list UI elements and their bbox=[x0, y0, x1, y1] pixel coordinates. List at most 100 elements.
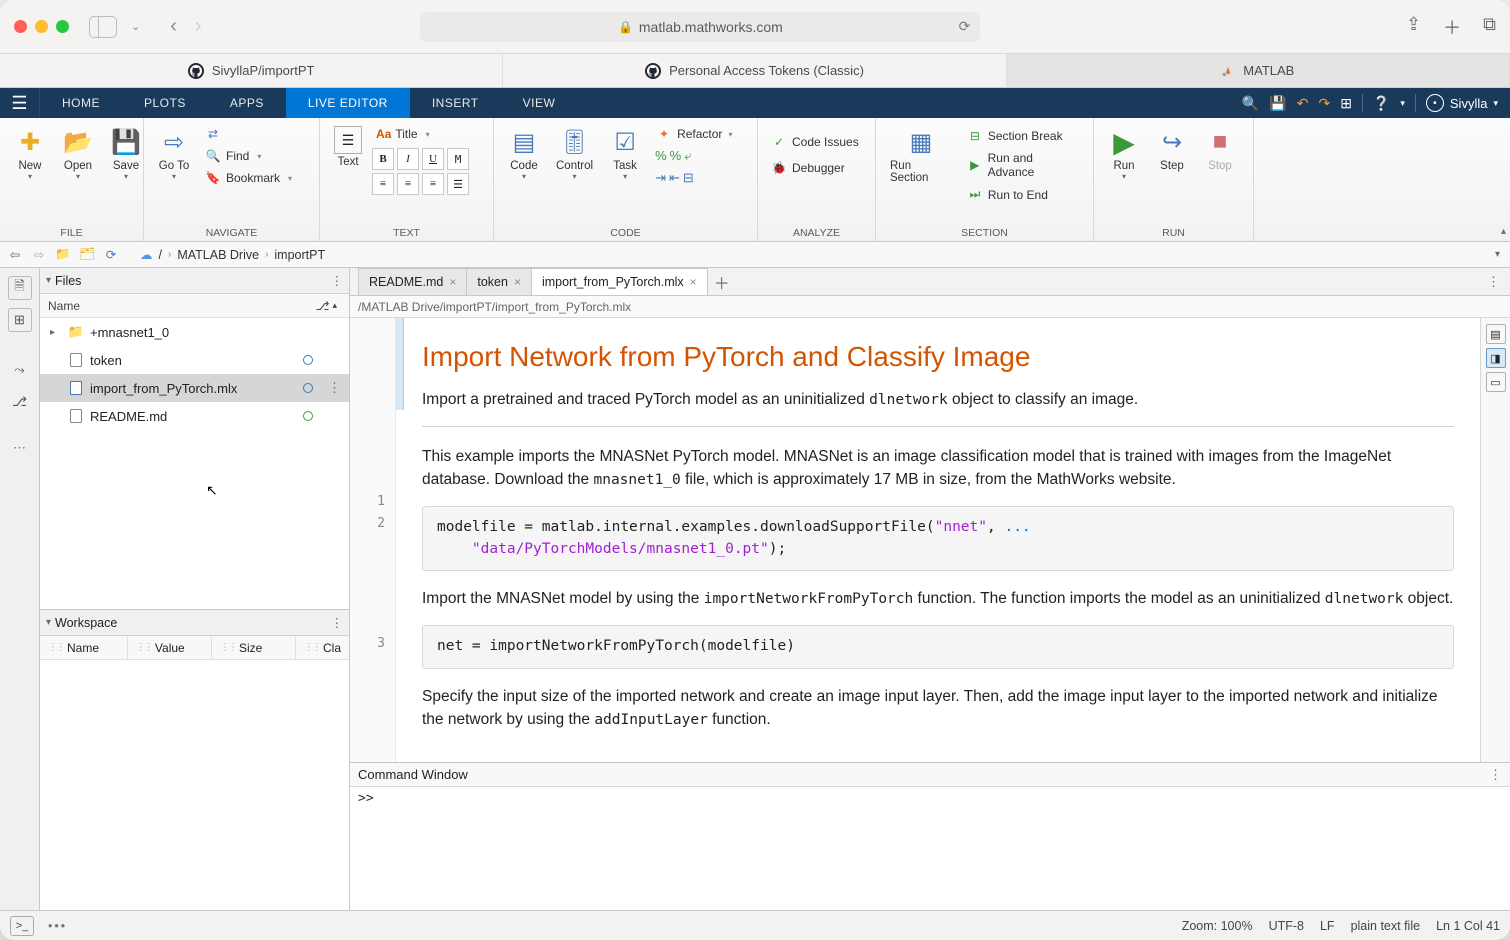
ws-col-class[interactable]: ⋮⋮Cla bbox=[296, 636, 349, 659]
ws-col-name[interactable]: ⋮⋮Name bbox=[40, 636, 128, 659]
bookmark-button[interactable]: 🔖Bookmark ▾ bbox=[200, 168, 296, 188]
back-button[interactable]: ‹ bbox=[170, 15, 177, 38]
run-to-end-button[interactable]: ⏭Run to End bbox=[962, 184, 1085, 205]
undo-icon[interactable]: ↶ bbox=[1297, 95, 1309, 112]
align-right-button[interactable]: ≡ bbox=[422, 173, 444, 195]
status-more-icon[interactable]: ••• bbox=[48, 919, 67, 933]
align-left-button[interactable]: ≡ bbox=[372, 173, 394, 195]
find-button[interactable]: 🔍Find ▾ bbox=[200, 146, 296, 166]
file-row-menu[interactable]: ⋮ bbox=[328, 380, 341, 396]
search-icon[interactable]: 🔍 bbox=[1242, 95, 1259, 112]
status-eol[interactable]: LF bbox=[1320, 919, 1335, 933]
close-window[interactable] bbox=[14, 20, 27, 33]
tab-insert[interactable]: INSERT bbox=[410, 88, 501, 118]
file-row-folder[interactable]: ▸ 📁 +mnasnet1_0 bbox=[40, 318, 349, 346]
rail-branch-icon[interactable]: ⎇ bbox=[8, 390, 32, 414]
sidebar-toggle-button[interactable] bbox=[89, 16, 117, 38]
step-button[interactable]: ↪Step bbox=[1150, 124, 1194, 174]
rail-git-icon[interactable]: ⤳ bbox=[8, 358, 32, 382]
new-tab-icon[interactable]: ＋ bbox=[1443, 14, 1461, 40]
rail-more-icon[interactable]: ⋯ bbox=[13, 440, 26, 456]
share-icon[interactable]: ⇪ bbox=[1406, 14, 1421, 40]
output-right-icon[interactable]: ◨ bbox=[1486, 348, 1506, 368]
minimize-window[interactable] bbox=[35, 20, 48, 33]
collapse-icon[interactable]: ▾ bbox=[46, 275, 51, 286]
ribbon-collapse-icon[interactable]: ▴ bbox=[1501, 226, 1506, 237]
command-window-menu[interactable]: ⋮ bbox=[1489, 767, 1502, 783]
goto-button[interactable]: ⇨Go To▾ bbox=[152, 124, 196, 183]
code-button[interactable]: ▤Code▾ bbox=[502, 124, 546, 183]
open-button[interactable]: 📂Open▾ bbox=[56, 124, 100, 183]
compare-button[interactable]: ⇄ bbox=[200, 124, 296, 144]
uncomment-icon[interactable]: % bbox=[670, 148, 682, 164]
list-button[interactable]: ☰ bbox=[447, 173, 469, 195]
italic-button[interactable]: I bbox=[397, 148, 419, 170]
user-menu[interactable]: • Sivylla ▾ bbox=[1426, 94, 1498, 112]
ws-col-size[interactable]: ⋮⋮Size bbox=[212, 636, 296, 659]
run-advance-button[interactable]: ▶Run and Advance bbox=[962, 148, 1085, 182]
bold-button[interactable]: B bbox=[372, 148, 394, 170]
title-dropdown[interactable]: Aa Title ▾ bbox=[372, 124, 469, 144]
status-zoom[interactable]: Zoom: 100% bbox=[1182, 919, 1253, 933]
browser-tab-0[interactable]: SivyllaP/importPT bbox=[0, 54, 503, 87]
path-browse-icon[interactable]: 🗂 bbox=[78, 246, 96, 264]
browser-tab-1[interactable]: Personal Access Tokens (Classic) bbox=[503, 54, 1006, 87]
comment-icon[interactable]: % bbox=[655, 148, 667, 164]
maximize-window[interactable] bbox=[56, 20, 69, 33]
control-button[interactable]: 🎚Control▾ bbox=[550, 124, 599, 183]
indent-icon[interactable]: ⇥ bbox=[655, 170, 666, 186]
refactor-button[interactable]: ✦Refactor ▾ bbox=[651, 124, 736, 144]
files-panel-menu[interactable]: ⋮ bbox=[331, 273, 344, 288]
help-dropdown[interactable]: ▾ bbox=[1400, 98, 1405, 109]
monospace-button[interactable]: M bbox=[447, 148, 469, 170]
git-col-icon[interactable]: ⎇▴ bbox=[316, 299, 349, 313]
files-col-name[interactable]: Name bbox=[48, 299, 80, 313]
workspace-panel-menu[interactable]: ⋮ bbox=[331, 615, 344, 630]
browser-tab-2[interactable]: MATLAB bbox=[1007, 54, 1510, 87]
path-refresh-icon[interactable]: ⟳ bbox=[102, 246, 120, 264]
terminal-icon[interactable]: >_ bbox=[10, 916, 34, 936]
task-button[interactable]: ☑Task▾ bbox=[603, 124, 647, 183]
address-bar[interactable]: 🔒 matlab.mathworks.com ⟳ bbox=[420, 12, 980, 42]
debugger-button[interactable]: 🐞Debugger bbox=[766, 158, 863, 178]
path-up-icon[interactable]: 📁 bbox=[54, 246, 72, 264]
tab-apps[interactable]: APPS bbox=[208, 88, 286, 118]
tabs-overview-icon[interactable]: ⧉ bbox=[1483, 14, 1496, 40]
new-editor-tab[interactable]: ＋ bbox=[708, 268, 736, 295]
editor-tabs-menu[interactable]: ⋮ bbox=[1477, 268, 1510, 295]
output-inline-icon[interactable]: ▤ bbox=[1486, 324, 1506, 344]
code-block[interactable]: modelfile = matlab.internal.examples.dow… bbox=[422, 506, 1454, 572]
editor-content[interactable]: Import Network from PyTorch and Classify… bbox=[396, 318, 1480, 762]
run-button[interactable]: ▶Run▾ bbox=[1102, 124, 1146, 183]
close-tab-icon[interactable]: × bbox=[690, 275, 697, 289]
output-hide-icon[interactable]: ▭ bbox=[1486, 372, 1506, 392]
file-row-import[interactable]: import_from_PyTorch.mlx ⋮ ↖ bbox=[40, 374, 349, 402]
code-block[interactable]: net = importNetworkFromPyTorch(modelfile… bbox=[422, 625, 1454, 669]
wrap-icon[interactable]: ⤶ bbox=[684, 148, 691, 164]
align-center-button[interactable]: ≡ bbox=[397, 173, 419, 195]
tab-plots[interactable]: PLOTS bbox=[122, 88, 208, 118]
close-tab-icon[interactable]: × bbox=[514, 275, 521, 289]
section-break-button[interactable]: ⊟Section Break bbox=[962, 126, 1085, 146]
layout-icon[interactable]: ⊞ bbox=[1340, 95, 1352, 112]
file-row-readme[interactable]: README.md bbox=[40, 402, 349, 430]
path-dropdown[interactable]: ▾ bbox=[1495, 249, 1504, 260]
collapse-icon[interactable]: ▾ bbox=[46, 617, 51, 628]
redo-icon[interactable]: ↷ bbox=[1318, 95, 1330, 112]
new-button[interactable]: ✚New▾ bbox=[8, 124, 52, 183]
code-issues-button[interactable]: ✓Code Issues bbox=[766, 132, 863, 152]
tab-view[interactable]: VIEW bbox=[501, 88, 578, 118]
outdent-icon[interactable]: ⇤ bbox=[669, 170, 680, 186]
rail-workspace-icon[interactable]: ⊞ bbox=[8, 308, 32, 332]
breadcrumb-folder[interactable]: importPT bbox=[274, 248, 325, 262]
file-row-token[interactable]: token bbox=[40, 346, 349, 374]
status-encoding[interactable]: UTF-8 bbox=[1269, 919, 1304, 933]
reload-icon[interactable]: ⟳ bbox=[959, 18, 971, 35]
run-section-button[interactable]: ▦Run Section bbox=[884, 124, 958, 186]
editor-tab-import[interactable]: import_from_PyTorch.mlx × bbox=[532, 268, 708, 295]
expand-icon[interactable]: ▸ bbox=[50, 327, 62, 338]
path-forward-icon[interactable]: ⇨ bbox=[30, 246, 48, 264]
smart-indent-icon[interactable]: ⊟ bbox=[683, 170, 694, 186]
ws-col-value[interactable]: ⋮⋮Value bbox=[128, 636, 212, 659]
editor-tab-readme[interactable]: README.md × bbox=[358, 268, 467, 295]
